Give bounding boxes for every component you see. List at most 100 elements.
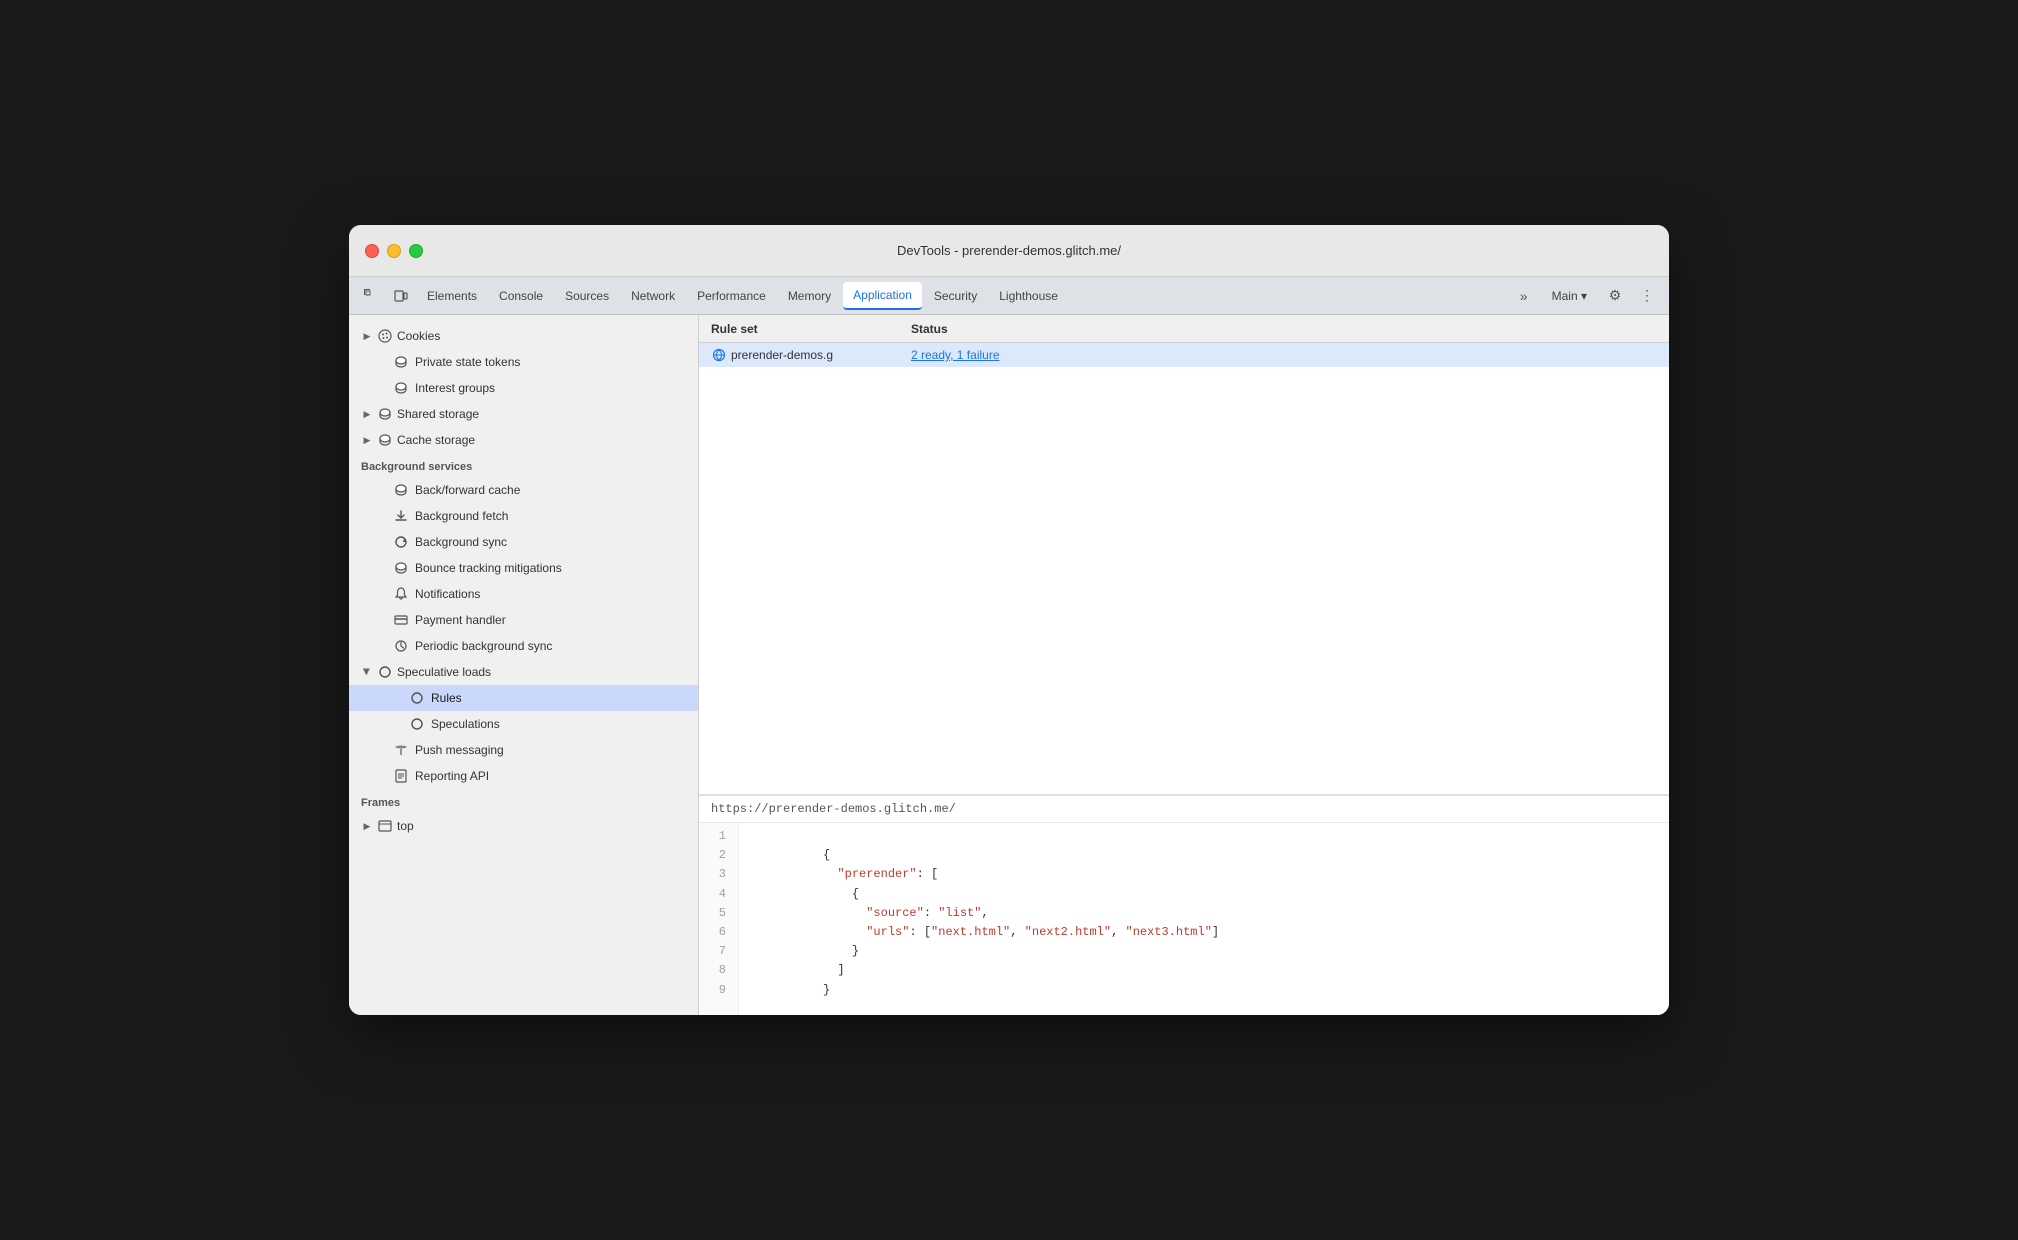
shared-storage-arrow-icon: ▶: [361, 408, 373, 420]
code-content: 1 2 3 4 5 6 7 8 9 { "p: [699, 823, 1669, 1015]
interest-groups-label: Interest groups: [415, 381, 495, 395]
sidebar-item-shared-storage[interactable]: ▶ Shared storage: [349, 401, 698, 427]
speculative-loads-icon: [377, 664, 393, 680]
code-line-4: {: [751, 885, 1657, 904]
reporting-api-label: Reporting API: [415, 769, 489, 783]
background-services-section: Background services: [349, 453, 698, 477]
code-line-3: "prerender": [: [751, 865, 1657, 884]
minimize-button[interactable]: [387, 244, 401, 258]
table-header: Rule set Status: [699, 315, 1669, 343]
background-fetch-icon: [393, 508, 409, 524]
tab-console[interactable]: Console: [489, 282, 553, 310]
sidebar: ▶ Cookies: [349, 315, 699, 1015]
sidebar-item-interest-groups[interactable]: Interest groups: [349, 375, 698, 401]
code-line-9: }: [751, 981, 1657, 1000]
settings-icon[interactable]: ⚙: [1601, 282, 1629, 310]
bounce-tracking-icon: [393, 560, 409, 576]
background-fetch-label: Background fetch: [415, 509, 508, 523]
cache-storage-arrow-icon: ▶: [361, 434, 373, 446]
sidebar-item-periodic-background-sync[interactable]: Periodic background sync: [349, 633, 698, 659]
code-line-7: }: [751, 942, 1657, 961]
shared-storage-label: Shared storage: [397, 407, 479, 421]
rule-set-value: prerender-demos.g: [731, 348, 833, 362]
maximize-button[interactable]: [409, 244, 423, 258]
table-cell-status[interactable]: 2 ready, 1 failure: [911, 348, 1657, 362]
cache-storage-icon: [377, 432, 393, 448]
back-forward-cache-icon: [393, 482, 409, 498]
col-rule-set: Rule set: [711, 322, 911, 336]
push-messaging-icon: [393, 742, 409, 758]
sidebar-item-cookies[interactable]: ▶ Cookies: [349, 323, 698, 349]
tab-right-controls: » Main ▾ ⚙ ⋮: [1510, 282, 1661, 310]
tab-application[interactable]: Application: [843, 282, 922, 310]
rules-label: Rules: [431, 691, 462, 705]
sidebar-item-top[interactable]: ▶ top: [349, 813, 698, 839]
code-line-6: "urls": ["next.html", "next2.html", "nex…: [751, 923, 1657, 942]
speculative-loads-label: Speculative loads: [397, 665, 491, 679]
tab-security[interactable]: Security: [924, 282, 987, 310]
private-state-tokens-icon: [393, 354, 409, 370]
more-tabs-icon[interactable]: »: [1510, 282, 1538, 310]
sidebar-item-background-fetch[interactable]: Background fetch: [349, 503, 698, 529]
back-forward-cache-label: Back/forward cache: [415, 483, 520, 497]
close-button[interactable]: [365, 244, 379, 258]
sidebar-item-bounce-tracking[interactable]: Bounce tracking mitigations: [349, 555, 698, 581]
periodic-background-sync-icon: [393, 638, 409, 654]
rules-icon: [409, 690, 425, 706]
sidebar-item-back-forward-cache[interactable]: Back/forward cache: [349, 477, 698, 503]
frames-section: Frames: [349, 789, 698, 813]
table-row[interactable]: prerender-demos.g 2 ready, 1 failure: [699, 343, 1669, 367]
private-state-tokens-label: Private state tokens: [415, 355, 520, 369]
code-url: https://prerender-demos.glitch.me/: [699, 796, 1669, 823]
sidebar-item-payment-handler[interactable]: Payment handler: [349, 607, 698, 633]
periodic-background-sync-label: Periodic background sync: [415, 639, 552, 653]
tab-sources[interactable]: Sources: [555, 282, 619, 310]
tab-elements[interactable]: Elements: [417, 282, 487, 310]
tab-lighthouse[interactable]: Lighthouse: [989, 282, 1068, 310]
top-frame-icon: [377, 818, 393, 834]
shared-storage-icon: [377, 406, 393, 422]
window-title: DevTools - prerender-demos.glitch.me/: [897, 243, 1121, 258]
more-options-icon[interactable]: ⋮: [1633, 282, 1661, 310]
payment-handler-icon: [393, 612, 409, 628]
sidebar-item-notifications[interactable]: Notifications: [349, 581, 698, 607]
reporting-api-icon: [393, 768, 409, 784]
devtools-body: ▶ Cookies: [349, 315, 1669, 1015]
code-line-1: [751, 827, 1657, 846]
devtools-tabs: Elements Console Sources Network Perform…: [349, 277, 1669, 315]
top-label: top: [397, 819, 414, 833]
inspect-icon[interactable]: [357, 282, 385, 310]
speculations-icon: [409, 716, 425, 732]
speculative-loads-arrow-icon: ▶: [361, 666, 373, 678]
sidebar-item-rules[interactable]: Rules: [349, 685, 698, 711]
sidebar-item-speculative-loads[interactable]: ▶ Speculative loads: [349, 659, 698, 685]
background-sync-icon: [393, 534, 409, 550]
main-dropdown[interactable]: Main ▾: [1542, 282, 1597, 310]
top-arrow-icon: ▶: [361, 820, 373, 832]
code-line-8: ]: [751, 961, 1657, 980]
tab-performance[interactable]: Performance: [687, 282, 776, 310]
speculations-label: Speculations: [431, 717, 500, 731]
devtools-window: DevTools - prerender-demos.glitch.me/ El…: [349, 225, 1669, 1015]
background-sync-label: Background sync: [415, 535, 507, 549]
tab-network[interactable]: Network: [621, 282, 685, 310]
push-messaging-label: Push messaging: [415, 743, 504, 757]
table-area: Rule set Status prerender-demos.g: [699, 315, 1669, 795]
sidebar-item-reporting-api[interactable]: Reporting API: [349, 763, 698, 789]
cookies-arrow-icon: ▶: [361, 330, 373, 342]
code-line-5: "source": "list",: [751, 904, 1657, 923]
interest-groups-icon: [393, 380, 409, 396]
sidebar-item-push-messaging[interactable]: Push messaging: [349, 737, 698, 763]
sidebar-item-background-sync[interactable]: Background sync: [349, 529, 698, 555]
sidebar-item-speculations[interactable]: Speculations: [349, 711, 698, 737]
payment-handler-label: Payment handler: [415, 613, 506, 627]
device-icon[interactable]: [387, 282, 415, 310]
tab-memory[interactable]: Memory: [778, 282, 841, 310]
col-status: Status: [911, 322, 1657, 336]
code-area: https://prerender-demos.glitch.me/ 1 2 3…: [699, 795, 1669, 1015]
sidebar-item-private-state-tokens[interactable]: Private state tokens: [349, 349, 698, 375]
cookies-icon: [377, 328, 393, 344]
sidebar-item-cache-storage[interactable]: ▶ Cache storage: [349, 427, 698, 453]
line-numbers: 1 2 3 4 5 6 7 8 9: [699, 823, 739, 1015]
notifications-icon: [393, 586, 409, 602]
